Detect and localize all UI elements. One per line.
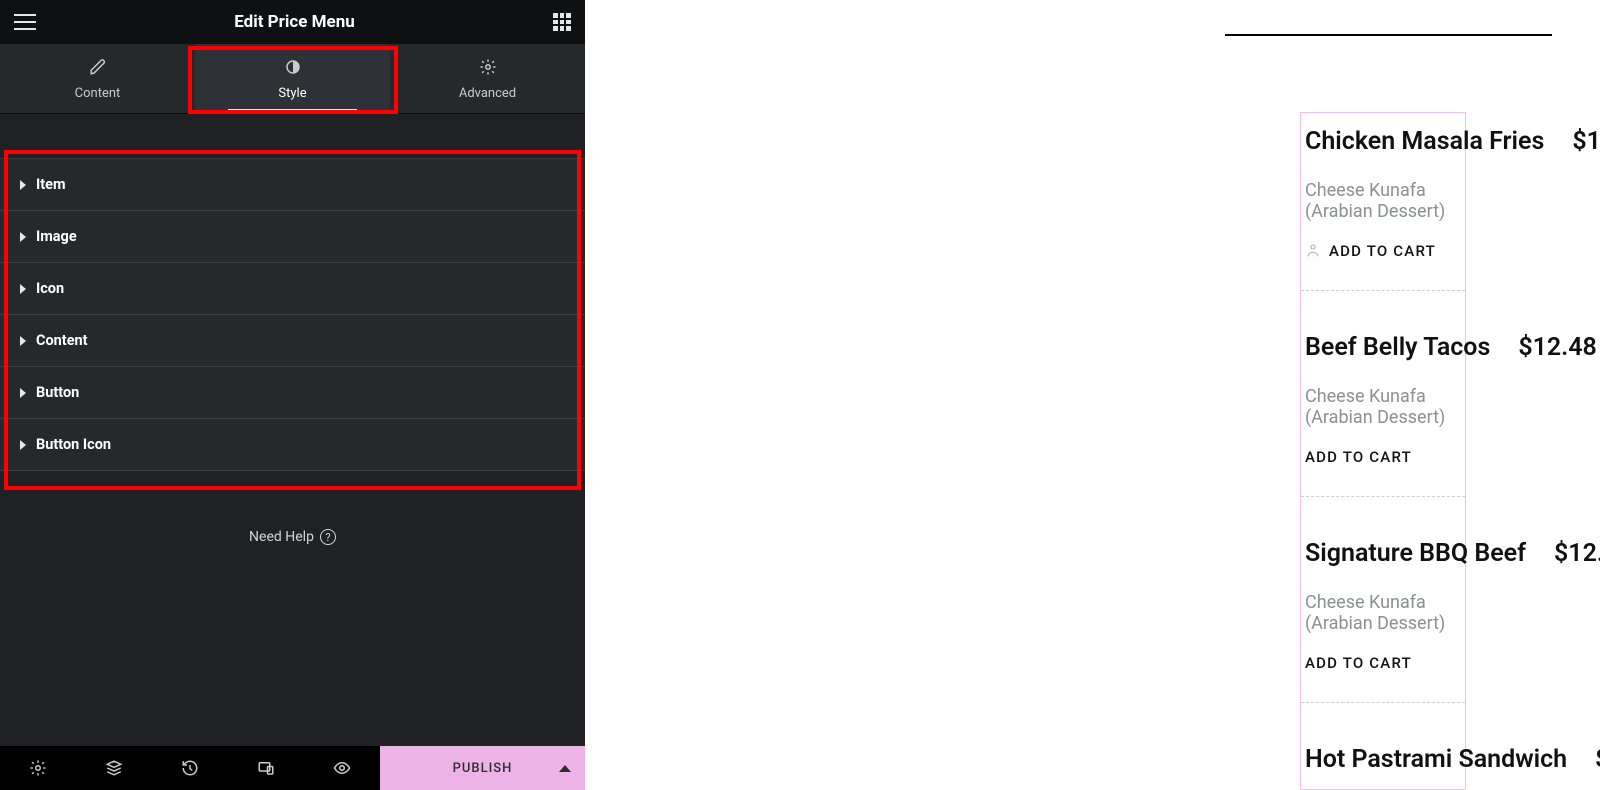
- menu-item-name: Chicken Masala Fries: [1305, 127, 1544, 156]
- navigator-icon[interactable]: [95, 759, 133, 777]
- menu-item-desc: Cheese Kunafa (Arabian Dessert): [1305, 386, 1455, 428]
- history-icon[interactable]: [171, 759, 209, 777]
- section-label: Item: [36, 176, 66, 193]
- publish-label: PUBLISH: [453, 761, 513, 776]
- menu-item-desc: Cheese Kunafa (Arabian Dessert): [1305, 180, 1455, 222]
- pencil-icon: [0, 58, 195, 76]
- need-help-label: Need Help: [249, 529, 314, 545]
- editor-title: Edit Price Menu: [234, 12, 355, 32]
- section-icon[interactable]: Icon: [0, 263, 585, 315]
- settings-icon[interactable]: [19, 759, 57, 777]
- menu-item: Signature BBQ Beef $12.48 Cheese Kunafa …: [1301, 525, 1465, 703]
- editor-header: Edit Price Menu: [0, 0, 585, 44]
- menu-item-price: $12.48: [1572, 127, 1600, 156]
- preview-panel: Chicken Masala Fries $12.48 Cheese Kunaf…: [585, 0, 1600, 790]
- tab-label: Style: [278, 86, 306, 101]
- menu-item-price: $12.48: [1518, 333, 1597, 362]
- section-button[interactable]: Button: [0, 367, 585, 419]
- add-to-cart-button[interactable]: ADD TO CART: [1305, 242, 1455, 260]
- section-label: Button: [36, 384, 79, 401]
- caret-right-icon: [20, 180, 26, 190]
- help-circle-icon: ?: [320, 529, 336, 545]
- bottom-bar-tools: [0, 746, 380, 790]
- section-label: Icon: [36, 280, 64, 297]
- caret-right-icon: [20, 336, 26, 346]
- style-sections: Item Image Icon Content Button Button Ic…: [0, 158, 585, 471]
- menu-item-price: $12.48: [1554, 539, 1600, 568]
- menu-item-name: Beef Belly Tacos: [1305, 333, 1490, 362]
- add-to-cart-button[interactable]: ADD TO CART: [1305, 654, 1455, 672]
- section-content[interactable]: Content: [0, 315, 585, 367]
- cta-label: ADD TO CART: [1305, 654, 1412, 672]
- menu-item: Beef Belly Tacos $12.48 Cheese Kunafa (A…: [1301, 319, 1465, 497]
- cta-label: ADD TO CART: [1329, 242, 1436, 260]
- caret-right-icon: [20, 284, 26, 294]
- section-label: Image: [36, 228, 77, 245]
- half-circle-icon: [195, 58, 390, 76]
- tab-label: Advanced: [459, 86, 516, 101]
- apps-grid-icon[interactable]: [553, 13, 571, 31]
- editor-panel: Edit Price Menu Content Style Advanced I…: [0, 0, 585, 790]
- menu-item-desc: Cheese Kunafa (Arabian Dessert): [1305, 592, 1455, 634]
- chevron-up-icon: [559, 765, 571, 772]
- menu-item-price: $12.48: [1595, 745, 1600, 774]
- hamburger-icon[interactable]: [14, 14, 36, 30]
- menu-item-name: Signature BBQ Beef: [1305, 539, 1526, 568]
- tab-style[interactable]: Style: [195, 44, 390, 113]
- section-button-icon[interactable]: Button Icon: [0, 419, 585, 471]
- tab-advanced[interactable]: Advanced: [390, 44, 585, 113]
- editor-bottom-bar: PUBLISH: [0, 746, 585, 790]
- section-item[interactable]: Item: [0, 158, 585, 211]
- editor-tabs: Content Style Advanced: [0, 44, 585, 114]
- section-image[interactable]: Image: [0, 211, 585, 263]
- tab-content[interactable]: Content: [0, 44, 195, 113]
- gear-icon: [390, 58, 585, 76]
- caret-right-icon: [20, 388, 26, 398]
- preview-icon[interactable]: [323, 759, 361, 777]
- caret-right-icon: [20, 440, 26, 450]
- section-label: Button Icon: [36, 436, 111, 453]
- cart-icon: [1305, 243, 1321, 259]
- price-menu-widget[interactable]: Chicken Masala Fries $12.48 Cheese Kunaf…: [1300, 112, 1466, 790]
- section-label: Content: [36, 332, 88, 349]
- cta-label: ADD TO CART: [1305, 448, 1412, 466]
- responsive-icon[interactable]: [247, 759, 285, 777]
- divider: [1225, 34, 1552, 36]
- caret-right-icon: [20, 232, 26, 242]
- add-to-cart-button[interactable]: ADD TO CART: [1305, 448, 1455, 466]
- tab-label: Content: [75, 86, 121, 101]
- menu-item-name: Hot Pastrami Sandwich: [1305, 745, 1567, 774]
- need-help-link[interactable]: Need Help ?: [0, 529, 585, 545]
- menu-item: Chicken Masala Fries $12.48 Cheese Kunaf…: [1301, 113, 1465, 291]
- publish-button[interactable]: PUBLISH: [380, 746, 585, 790]
- menu-item: Hot Pastrami Sandwich $12.48: [1301, 731, 1465, 780]
